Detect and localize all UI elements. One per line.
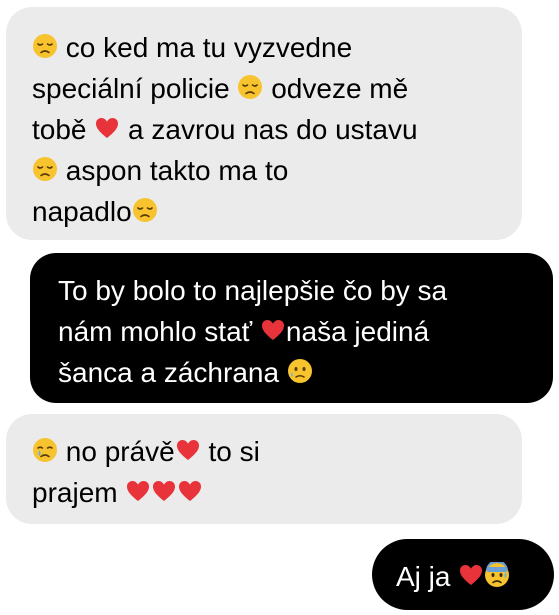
- message-text: tobě: [32, 114, 95, 146]
- anxious-sweat-face-icon: [484, 561, 510, 588]
- message-text: odveze mě: [263, 73, 409, 105]
- message-line: speciální policie odveze mě: [32, 66, 522, 107]
- message-received-1[interactable]: co ked ma tu vyzvedne speciální policie o…: [6, 7, 522, 240]
- message-text: Aj ja: [396, 561, 459, 593]
- message-text: a zavrou nas do ustavu: [120, 114, 418, 146]
- disappointed-face-icon: [237, 74, 263, 100]
- message-text: To by bolo to najlepšie čo by sa: [58, 275, 448, 307]
- message-text: naša jediná: [285, 316, 430, 348]
- message-text: no právě: [58, 436, 175, 468]
- message-text: nám mohlo stať: [58, 316, 260, 348]
- red-heart-icon: [175, 437, 201, 463]
- message-line: To by bolo to najlepšie čo by sa: [58, 268, 553, 309]
- message-received-2[interactable]: no právě to si prajem: [6, 414, 522, 524]
- sad-sweat-face-icon: [287, 358, 313, 384]
- message-text: speciální policie: [32, 73, 238, 105]
- red-heart-icon: [260, 317, 286, 343]
- message-line: tobě a zavrou nas do ustavu: [32, 107, 522, 148]
- message-text: šanca a záchrana: [58, 357, 287, 389]
- red-heart-icon: [458, 562, 484, 588]
- disappointed-face-icon: [132, 197, 158, 223]
- message-line: co ked ma tu vyzvedne: [32, 25, 522, 66]
- message-text: co ked ma tu vyzvedne: [58, 32, 353, 64]
- message-line: prajem: [32, 470, 522, 511]
- red-heart-icon: [125, 478, 151, 504]
- message-line: Aj ja: [396, 554, 554, 595]
- crying-face-icon: [32, 437, 58, 463]
- message-line: aspon takto ma to: [32, 148, 522, 189]
- message-text: to si: [200, 436, 260, 468]
- disappointed-face-icon: [32, 33, 58, 59]
- message-line: nám mohlo stať naša jediná: [58, 309, 553, 350]
- red-heart-icon: [94, 115, 120, 141]
- message-line: napadlo: [32, 189, 522, 230]
- message-sent-2[interactable]: Aj ja: [372, 539, 554, 610]
- message-line: šanca a záchrana: [58, 350, 553, 391]
- red-heart-icon: [177, 478, 203, 504]
- message-text: prajem: [32, 477, 126, 509]
- red-heart-icon: [151, 478, 177, 504]
- disappointed-face-icon: [32, 156, 58, 182]
- message-text: aspon takto ma to: [58, 155, 289, 187]
- message-sent-1[interactable]: To by bolo to najlepšie čo by sa nám mohl…: [30, 253, 553, 403]
- message-line: no právě to si: [32, 429, 522, 470]
- message-text: napadlo: [32, 196, 132, 228]
